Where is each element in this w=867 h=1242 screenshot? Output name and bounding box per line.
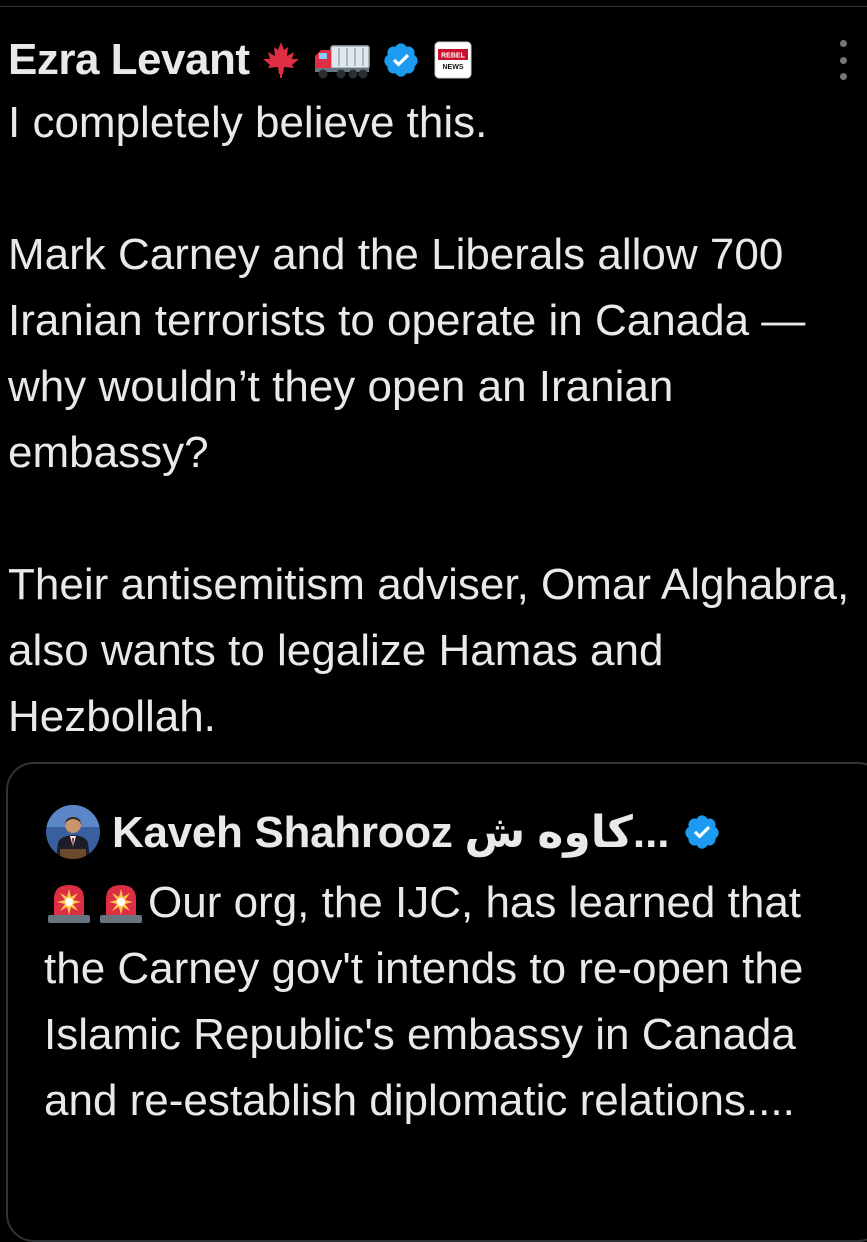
more-options-button[interactable] bbox=[833, 40, 853, 80]
quoted-tweet-text: Our org, the IJC, has learned that the C… bbox=[44, 870, 844, 1134]
quoted-tweet-card[interactable]: Kaveh Shahrooz کاوه ش... Our org, the IJ… bbox=[6, 762, 867, 1242]
quoted-tweet-body: Our org, the IJC, has learned that the C… bbox=[44, 878, 804, 1125]
more-dot bbox=[839, 56, 847, 64]
quoted-author-name[interactable]: Kaveh Shahrooz کاوه ش... bbox=[112, 807, 670, 858]
more-dot bbox=[839, 73, 847, 80]
badge-text-rebel: REBEL bbox=[442, 53, 466, 60]
verified-badge-icon bbox=[682, 812, 722, 852]
verified-badge-icon bbox=[381, 40, 421, 80]
avatar[interactable] bbox=[46, 805, 100, 859]
rebel-news-badge[interactable]: REBEL NEWS bbox=[431, 38, 475, 82]
more-dot bbox=[839, 40, 847, 47]
author-name[interactable]: Ezra Levant bbox=[8, 35, 250, 85]
siren-icon bbox=[44, 875, 94, 925]
badge-text-news: NEWS bbox=[443, 64, 464, 71]
truck-icon bbox=[313, 38, 371, 82]
tweet[interactable]: Ezra Levant REBEL NEWS I completely beli… bbox=[0, 0, 867, 1242]
maple-leaf-icon bbox=[259, 38, 303, 82]
siren-icon bbox=[96, 875, 146, 925]
quoted-tweet-header: Kaveh Shahrooz کاوه ش... bbox=[46, 802, 722, 862]
tweet-header: Ezra Levant REBEL NEWS bbox=[8, 30, 475, 90]
tweet-text: I completely believe this. Mark Carney a… bbox=[8, 98, 850, 741]
